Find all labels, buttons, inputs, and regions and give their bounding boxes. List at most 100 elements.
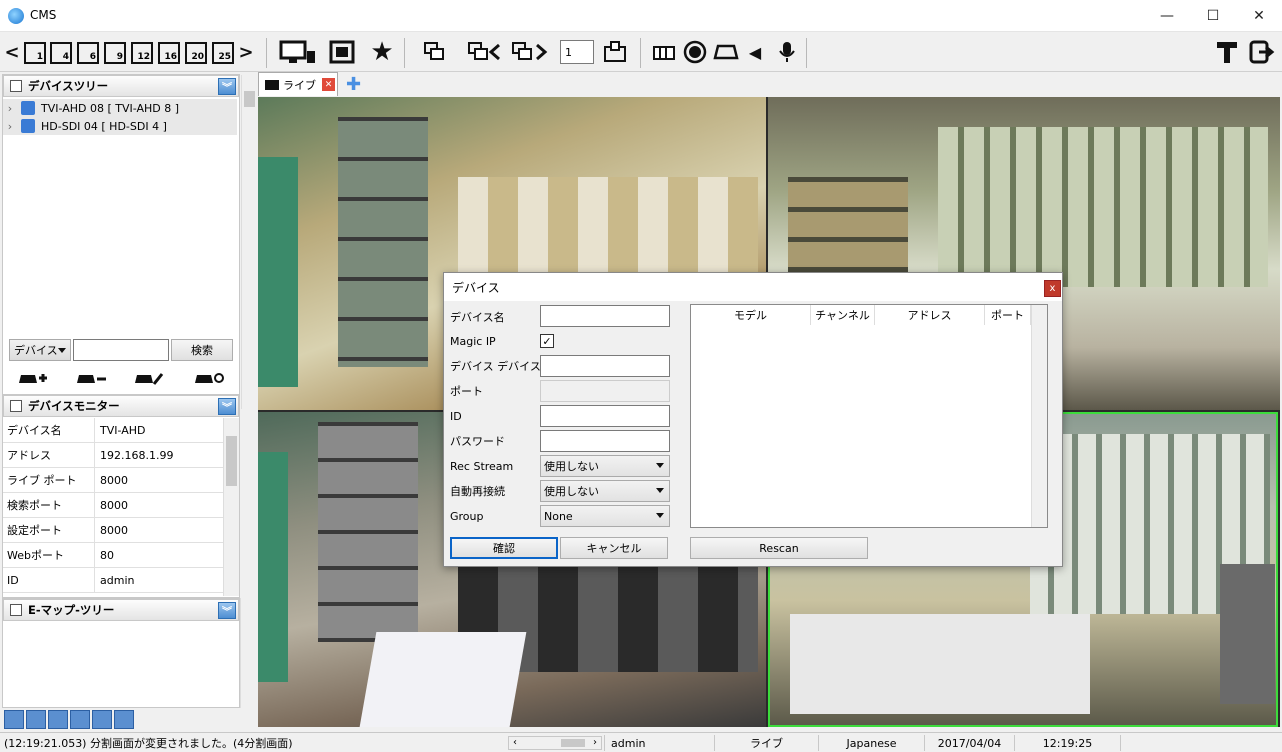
add-device-icon[interactable]: [17, 369, 47, 387]
monitor-row: ライブ ポート 8000: [3, 468, 223, 493]
id-input[interactable]: [540, 405, 670, 427]
device-tree-tab-icon[interactable]: [4, 710, 24, 729]
dropdown-arrow-icon: [656, 488, 664, 493]
emap-panel: E-マップ-ツリー ︾: [2, 598, 240, 708]
device-filter-select[interactable]: デバイス: [9, 339, 71, 361]
wireless-tab-icon[interactable]: [114, 710, 134, 729]
monitor-output-icon[interactable]: [276, 38, 320, 66]
column-channel[interactable]: チャンネル: [811, 305, 875, 325]
emap-header: E-マップ-ツリー ︾: [3, 599, 239, 621]
emap-tab-icon[interactable]: [48, 710, 68, 729]
close-button[interactable]: ✕: [1236, 0, 1282, 32]
collapse-chevron-icon[interactable]: ︾: [218, 398, 236, 415]
expand-arrow-icon[interactable]: ›: [3, 120, 17, 133]
device-tree-scrollbar[interactable]: [241, 75, 257, 409]
device-name-input[interactable]: [540, 305, 670, 327]
status-hscroll[interactable]: ‹ ›: [508, 736, 602, 750]
grid-6-button[interactable]: 6: [77, 42, 99, 64]
close-tab-icon[interactable]: ✕: [322, 78, 335, 91]
scroll-left-icon[interactable]: ‹: [513, 737, 517, 748]
monitor-value: 192.168.1.99: [100, 448, 174, 462]
collapse-chevron-icon[interactable]: ︾: [218, 602, 236, 619]
dialog-close-button[interactable]: x: [1044, 280, 1061, 297]
monitor-key: ID: [3, 568, 95, 592]
device-scan-list[interactable]: モデル チャンネル アドレス ポート: [690, 304, 1048, 528]
grid-25-button[interactable]: 25: [212, 42, 234, 64]
ptz-tab-icon[interactable]: [70, 710, 90, 729]
group-select[interactable]: None: [540, 505, 670, 527]
monitor-value: 8000: [100, 498, 128, 512]
emap-scrollbar[interactable]: [240, 598, 256, 708]
column-model[interactable]: モデル: [691, 305, 811, 325]
monitor-key: Webポート: [3, 543, 95, 567]
password-label: パスワード: [450, 435, 505, 448]
port-input[interactable]: [540, 380, 670, 402]
favorite-star-icon[interactable]: ★: [366, 37, 398, 67]
auto-reconnect-select[interactable]: 使用しない: [540, 480, 670, 502]
add-tab-icon[interactable]: ✚: [346, 74, 361, 95]
rec-stream-select[interactable]: 使用しない: [540, 455, 670, 477]
next-sequence-icon[interactable]: [508, 38, 550, 66]
magic-ip-checkbox[interactable]: ✓: [540, 334, 554, 348]
grid-20-button[interactable]: 20: [185, 42, 207, 64]
grid-1-button[interactable]: 1: [24, 42, 46, 64]
search-button[interactable]: 検索: [171, 339, 233, 361]
scroll-right-icon[interactable]: ›: [593, 737, 597, 748]
device-search-input[interactable]: [73, 339, 169, 361]
sequence-icon[interactable]: [418, 38, 452, 66]
page-spinbox[interactable]: 1: [560, 40, 594, 64]
password-input[interactable]: [540, 430, 670, 452]
logout-icon[interactable]: [1248, 38, 1278, 66]
collapse-chevron-icon[interactable]: ︾: [218, 78, 236, 95]
device-device-name-input[interactable]: [540, 355, 670, 377]
hdd-icon[interactable]: [712, 38, 740, 66]
grid-16-button[interactable]: 16: [158, 42, 180, 64]
magic-ip-label: Magic IP: [450, 334, 496, 348]
camera-group-icon[interactable]: [600, 38, 630, 66]
monitor-row: デバイス名 TVI-AHD: [3, 418, 223, 443]
monitor-tab-icon[interactable]: [26, 710, 46, 729]
fullscreen-icon[interactable]: [326, 38, 358, 66]
layout-tab-icon[interactable]: [92, 710, 112, 729]
tab-live[interactable]: ライブ ✕: [258, 72, 338, 96]
device-list-scrollbar[interactable]: [1031, 305, 1047, 527]
device-filter-value: デバイス: [14, 344, 58, 357]
tab-live-label: ライブ: [283, 78, 316, 92]
monitor-row: アドレス 192.168.1.99: [3, 443, 223, 468]
tree-item-label: TVI-AHD 08 [ TVI-AHD 8 ]: [41, 101, 180, 115]
device-monitor-scrollbar[interactable]: [223, 418, 239, 596]
prev-layout-button[interactable]: <: [4, 38, 20, 66]
tree-item-device[interactable]: › TVI-AHD 08 [ TVI-AHD 8 ]: [3, 99, 237, 117]
speaker-icon[interactable]: ◀: [744, 38, 766, 66]
microphone-icon[interactable]: [774, 38, 800, 66]
scroll-thumb[interactable]: [561, 739, 585, 747]
grid-12-button[interactable]: 12: [131, 42, 153, 64]
edit-device-icon[interactable]: [133, 369, 165, 387]
expand-arrow-icon[interactable]: ›: [3, 102, 17, 115]
maximize-button[interactable]: ☐: [1190, 0, 1236, 32]
ok-button[interactable]: 確認: [450, 537, 558, 559]
tree-item-device[interactable]: › HD-SDI 04 [ HD-SDI 4 ]: [3, 117, 237, 135]
film-strip-icon[interactable]: [650, 38, 678, 66]
monitor-key: 検索ポート: [3, 493, 95, 517]
dropdown-arrow-icon: [58, 348, 66, 353]
prev-sequence-icon[interactable]: [464, 38, 504, 66]
monitor-value: admin: [100, 573, 135, 587]
tools-icon[interactable]: [1212, 38, 1242, 66]
monitor-value: 80: [100, 548, 114, 562]
column-address[interactable]: アドレス: [875, 305, 985, 325]
toolbar-separator: [404, 38, 405, 68]
rescan-button[interactable]: Rescan: [690, 537, 868, 559]
next-layout-button[interactable]: >: [238, 38, 254, 66]
grid-9-button[interactable]: 9: [104, 42, 126, 64]
connect-device-icon[interactable]: [193, 369, 225, 387]
minimize-button[interactable]: —: [1144, 0, 1190, 32]
tree-item-label: HD-SDI 04 [ HD-SDI 4 ]: [41, 119, 167, 133]
grid-4-button[interactable]: 4: [50, 42, 72, 64]
record-stop-icon[interactable]: [682, 38, 708, 66]
auto-reconnect-label: 自動再接続: [450, 485, 505, 498]
column-port[interactable]: ポート: [985, 305, 1031, 325]
device-monitor-title: デバイスモニター: [28, 399, 120, 413]
cancel-button[interactable]: キャンセル: [560, 537, 668, 559]
remove-device-icon[interactable]: [75, 369, 107, 387]
